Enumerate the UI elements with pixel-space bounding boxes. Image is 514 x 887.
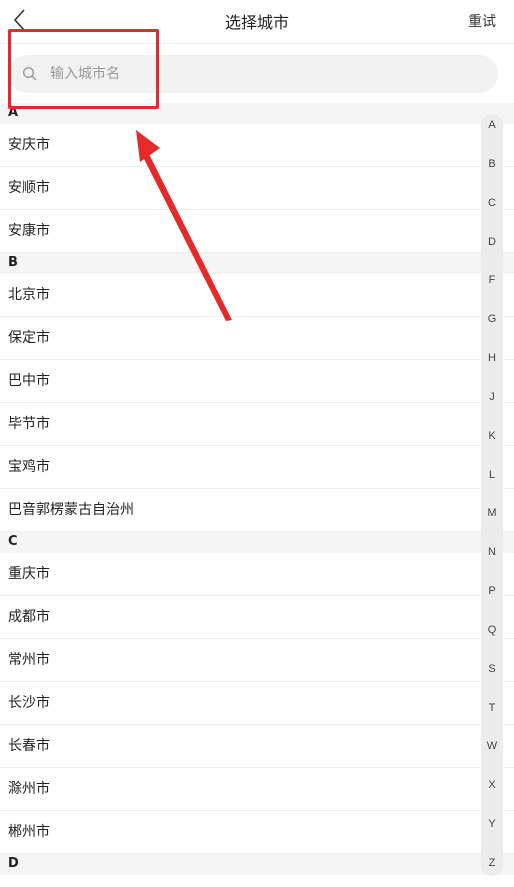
city-item[interactable]: 长沙市	[0, 682, 514, 725]
city-item[interactable]: 长春市	[0, 725, 514, 768]
section-header-a: A	[0, 103, 514, 124]
index-letter-s[interactable]: S	[481, 663, 503, 675]
index-letter-p[interactable]: P	[481, 585, 503, 597]
index-letter-h[interactable]: H	[481, 352, 503, 364]
index-letter-d[interactable]: D	[481, 236, 503, 248]
index-letter-y[interactable]: Y	[481, 818, 503, 830]
city-item[interactable]: 滁州市	[0, 768, 514, 811]
index-letter-g[interactable]: G	[481, 313, 503, 325]
city-item[interactable]: 重庆市	[0, 553, 514, 596]
index-letter-q[interactable]: Q	[481, 624, 503, 636]
search-box[interactable]	[8, 55, 498, 93]
section-header-b: B	[0, 253, 514, 274]
page-title: 选择城市	[224, 13, 289, 32]
alphabet-index-bar[interactable]: A B C D F G H J K L M N P Q S T W X Y Z	[481, 114, 503, 876]
index-letter-w[interactable]: W	[481, 740, 503, 752]
index-letter-b[interactable]: B	[481, 158, 503, 170]
city-item[interactable]: 安庆市	[0, 124, 514, 167]
city-item[interactable]: 北京市	[0, 274, 514, 317]
search-icon	[22, 66, 37, 81]
index-letter-c[interactable]: C	[481, 197, 503, 209]
city-item[interactable]: 宝鸡市	[0, 446, 514, 489]
index-letter-j[interactable]: J	[481, 391, 503, 403]
section-header-c: C	[0, 532, 514, 553]
retry-button[interactable]: 重试	[468, 11, 496, 31]
index-letter-k[interactable]: K	[481, 430, 503, 442]
header: 选择城市 重试	[0, 0, 514, 44]
city-item[interactable]: 毕节市	[0, 403, 514, 446]
city-item[interactable]: 安顺市	[0, 167, 514, 210]
section-header-d: D	[0, 854, 514, 875]
index-letter-z[interactable]: Z	[481, 857, 503, 869]
search-input[interactable]	[50, 55, 480, 93]
index-letter-x[interactable]: X	[481, 779, 503, 791]
city-item[interactable]: 巴音郭楞蒙古自治州	[0, 489, 514, 532]
city-item[interactable]: 巴中市	[0, 360, 514, 403]
city-item[interactable]: 常州市	[0, 639, 514, 682]
city-item[interactable]: 成都市	[0, 596, 514, 639]
index-letter-t[interactable]: T	[481, 702, 503, 714]
index-letter-l[interactable]: L	[481, 469, 503, 481]
index-letter-m[interactable]: M	[481, 507, 503, 519]
city-item[interactable]: 安康市	[0, 210, 514, 253]
city-list: A 安庆市 安顺市 安康市 B 北京市 保定市 巴中市 毕节市 宝鸡市 巴音郭楞蒙古自治州 C 重庆市成…	[0, 103, 514, 875]
index-letter-a[interactable]: A	[481, 119, 503, 131]
index-letter-f[interactable]: F	[481, 274, 503, 286]
city-item[interactable]: 保定市	[0, 317, 514, 360]
city-item[interactable]: 郴州市	[0, 811, 514, 854]
index-letter-n[interactable]: N	[481, 546, 503, 558]
